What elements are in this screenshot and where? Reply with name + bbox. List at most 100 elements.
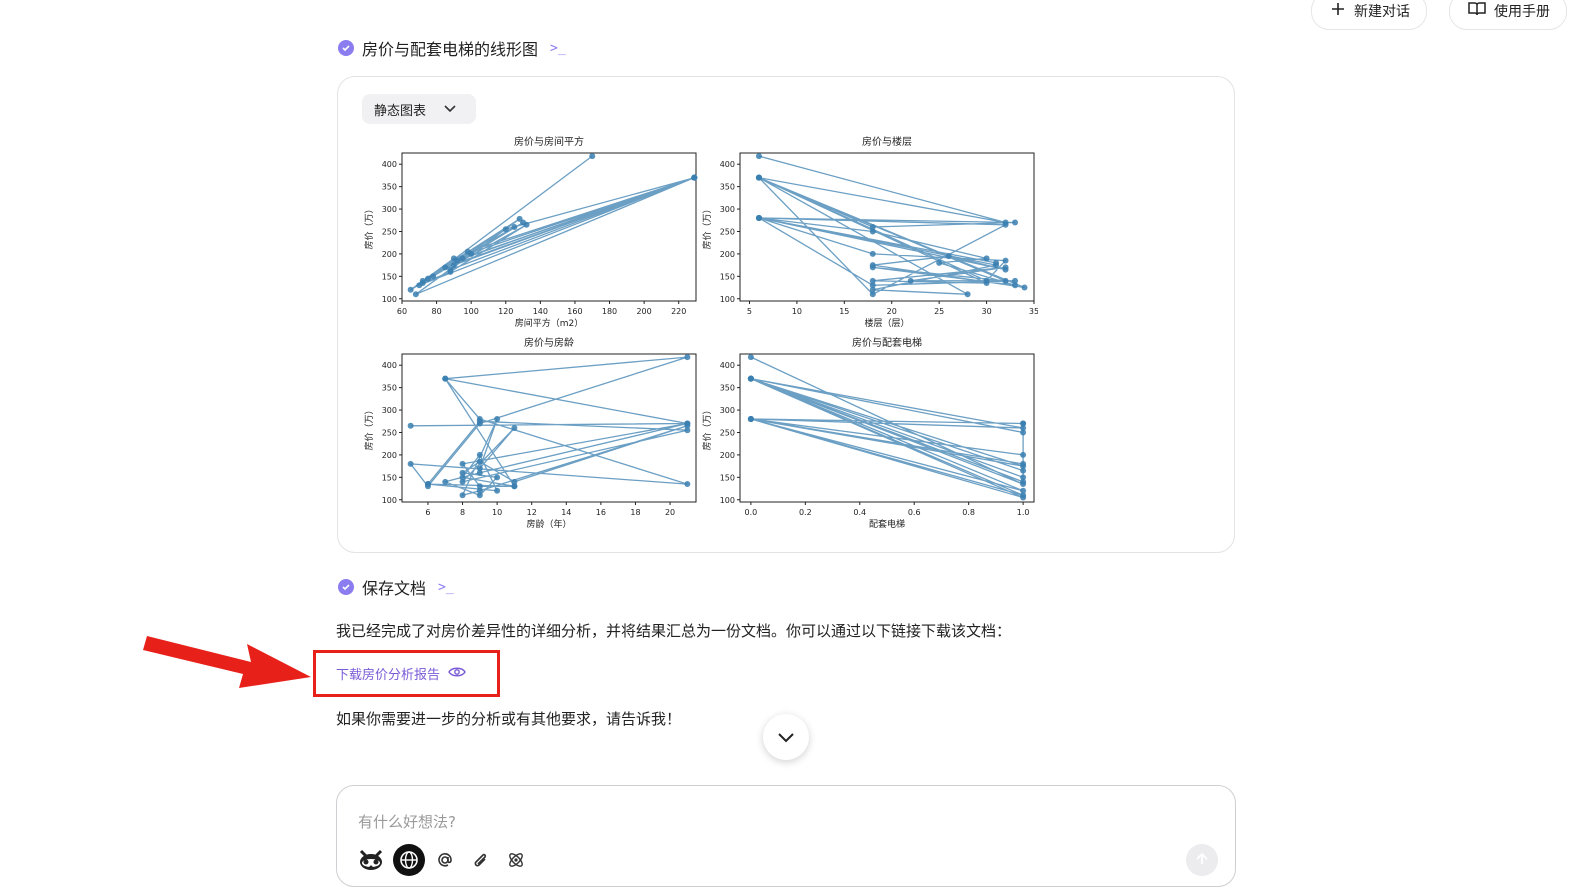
plus-icon <box>1330 1 1346 21</box>
x-axis-label: 配套电梯 <box>869 518 905 530</box>
data-point <box>1020 467 1027 474</box>
x-tick-label: 14 <box>561 508 571 517</box>
data-point <box>494 487 501 494</box>
followup-message: 如果你需要进一步的分析或有其他要求，请告诉我！ <box>336 710 682 728</box>
data-point <box>907 277 914 284</box>
globe-icon[interactable] <box>393 844 425 876</box>
x-tick-label: 30 <box>981 307 991 316</box>
send-button[interactable] <box>1186 844 1218 876</box>
y-tick-label: 350 <box>382 183 397 192</box>
x-tick-label: 160 <box>567 307 582 316</box>
y-tick-label: 400 <box>720 160 735 169</box>
data-point <box>476 483 483 490</box>
y-tick-label: 350 <box>720 384 735 393</box>
x-tick-label: 16 <box>596 508 606 517</box>
x-tick-label: 0.8 <box>962 508 975 517</box>
data-point <box>747 354 754 361</box>
x-tick-label: 35 <box>1029 307 1038 316</box>
series-line <box>409 356 688 497</box>
data-point <box>755 215 762 222</box>
attach-icon[interactable] <box>466 846 494 874</box>
step-line-chart: 房价与配套电梯的线形图 >_ <box>338 36 566 60</box>
data-point <box>1020 494 1027 501</box>
series-line <box>750 356 1024 499</box>
y-tick-label: 100 <box>382 496 397 505</box>
manual-label: 使用手册 <box>1494 4 1550 20</box>
data-point <box>476 418 483 425</box>
raccoon-icon[interactable] <box>357 846 385 874</box>
x-tick-label: 0.6 <box>908 508 921 517</box>
y-tick-label: 250 <box>382 227 397 236</box>
eye-icon[interactable] <box>448 666 466 682</box>
data-point <box>964 291 971 298</box>
data-point <box>476 451 483 458</box>
y-tick-label: 200 <box>382 250 397 259</box>
data-point <box>476 492 483 499</box>
data-point <box>442 478 449 485</box>
terminal-icon[interactable]: >_ <box>550 41 566 56</box>
chart-title: 房价与配套电梯 <box>852 336 922 349</box>
scroll-down-button[interactable] <box>763 714 809 760</box>
data-point <box>459 255 466 262</box>
data-point <box>447 268 454 275</box>
x-tick-label: 200 <box>636 307 651 316</box>
data-point <box>476 469 483 476</box>
x-tick-label: 120 <box>498 307 513 316</box>
download-report-link[interactable]: 下载房价分析报告 <box>336 664 466 683</box>
new-chat-label: 新建对话 <box>1354 4 1410 20</box>
arrow-up-icon <box>1195 851 1209 870</box>
data-point <box>494 416 501 423</box>
chevron-down-icon <box>444 102 456 117</box>
x-axis-label: 房龄（年） <box>526 518 571 530</box>
data-point <box>424 275 431 282</box>
data-point <box>936 259 943 266</box>
y-axis-label: 房价（万） <box>701 405 713 450</box>
data-point <box>511 425 518 431</box>
dropdown-value: 静态图表 <box>374 103 427 119</box>
x-tick-label: 5 <box>747 307 752 316</box>
data-point <box>983 280 990 287</box>
new-chat-button[interactable]: 新建对话 <box>1311 0 1427 30</box>
x-tick-label: 10 <box>492 508 502 517</box>
data-point <box>430 273 437 280</box>
series-line <box>410 155 695 295</box>
mention-icon[interactable] <box>431 846 459 874</box>
data-point <box>684 420 691 427</box>
data-point <box>869 282 876 289</box>
data-point <box>1021 284 1028 291</box>
y-tick-label: 200 <box>720 250 735 259</box>
step-save-doc: 保存文档 >_ <box>338 575 454 599</box>
y-tick-label: 350 <box>382 384 397 393</box>
annotation-arrow-icon <box>143 636 311 688</box>
x-tick-label: 15 <box>839 307 849 316</box>
terminal-icon[interactable]: >_ <box>438 580 454 595</box>
composer-input[interactable]: 有什么好想法? <box>358 811 456 832</box>
x-tick-label: 220 <box>671 307 686 316</box>
y-tick-label: 100 <box>720 295 735 304</box>
chart-2: 房价与楼层 5 10 15 20 25 30 35 100 150 200 250 300 350 400 楼… <box>701 135 1038 329</box>
data-point <box>468 250 475 257</box>
x-tick-label: 0.2 <box>799 508 812 517</box>
y-tick-label: 100 <box>720 496 735 505</box>
data-point <box>407 460 414 467</box>
chart-4: 房价与配套电梯 0.0 0.2 0.4 0.6 0.8 1.0 100 150 200 250 300… <box>701 336 1035 530</box>
data-point <box>412 291 419 298</box>
chart-view-dropdown[interactable]: 静态图表 <box>362 94 476 124</box>
atom-icon[interactable] <box>502 846 530 874</box>
x-tick-label: 8 <box>460 508 465 517</box>
x-tick-label: 20 <box>887 307 897 316</box>
y-tick-label: 200 <box>382 451 397 460</box>
data-point <box>1020 420 1027 427</box>
data-point <box>511 483 518 490</box>
data-point <box>684 481 691 488</box>
x-tick-label: 80 <box>431 307 441 316</box>
data-point <box>1020 451 1027 458</box>
chat-composer[interactable]: 有什么好想法? <box>336 785 1236 887</box>
x-tick-label: 12 <box>527 508 537 517</box>
data-point <box>459 469 466 476</box>
y-tick-label: 400 <box>382 160 397 169</box>
manual-button[interactable]: 使用手册 <box>1449 0 1567 30</box>
data-point <box>1012 219 1019 226</box>
data-point <box>1002 257 1009 264</box>
x-tick-label: 100 <box>464 307 479 316</box>
